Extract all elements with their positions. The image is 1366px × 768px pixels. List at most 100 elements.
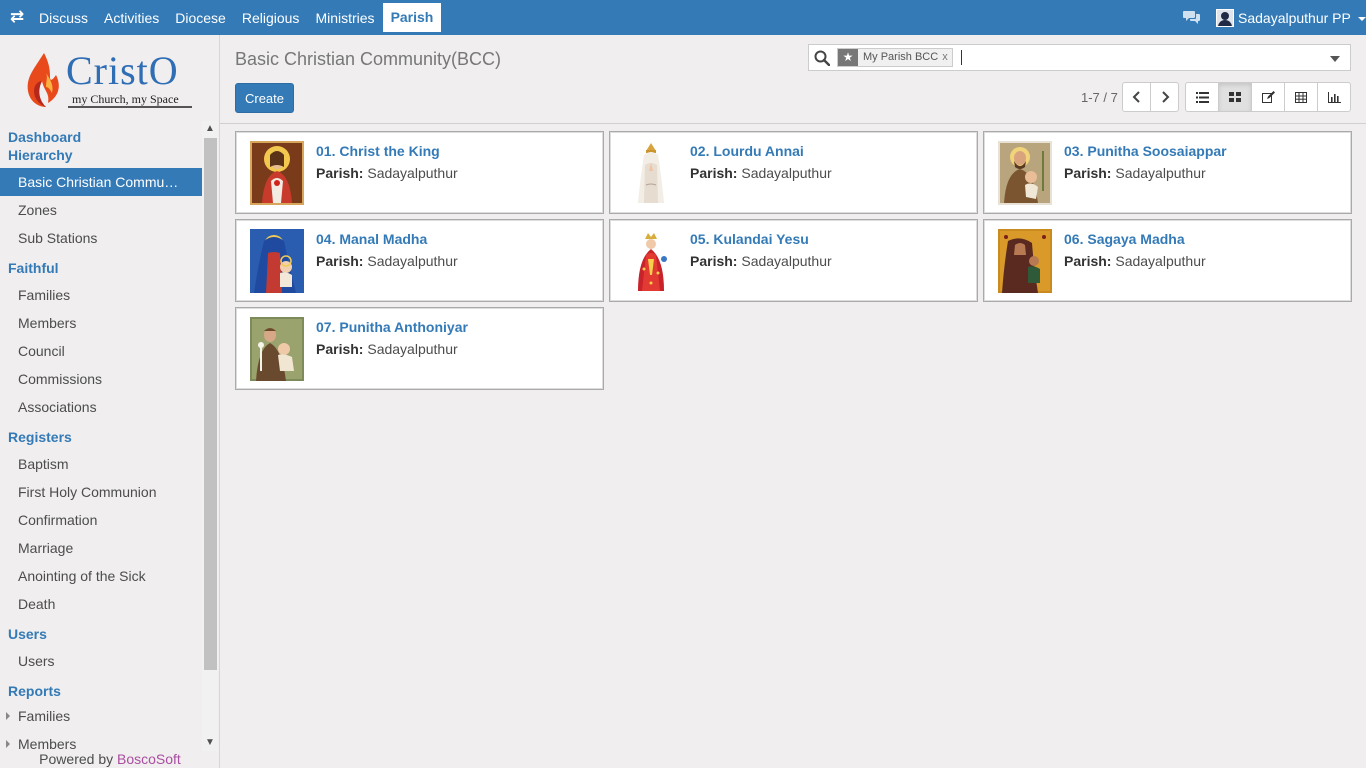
sidebar-item-council[interactable]: Council — [0, 337, 202, 365]
list-view-icon — [1195, 91, 1209, 103]
chat-icon[interactable] — [1183, 9, 1201, 25]
record-parish: Parish: Sadayalputhur — [1064, 253, 1206, 269]
parish-label: Parish: — [316, 341, 364, 357]
parish-value: Sadayalputhur — [367, 341, 458, 357]
christ-the-king-image[interactable] — [250, 141, 304, 205]
powered-by: Powered by BoscoSoft — [0, 751, 220, 767]
manal-madha-image[interactable] — [250, 229, 304, 293]
punitha-anthoniyar-image[interactable] — [250, 317, 304, 381]
parish-label: Parish: — [1064, 253, 1112, 269]
sidebar-item-families[interactable]: Families — [0, 281, 202, 309]
sidebar-item-death[interactable]: Death — [0, 590, 202, 618]
sidebar-section-hierarchy[interactable]: Hierarchy — [0, 146, 202, 164]
facet-value: My Parish BCC — [863, 51, 939, 63]
kanban-card[interactable]: 02. Lourdu Annai Parish: Sadayalputhur — [609, 131, 978, 214]
kanban-card[interactable]: 06. Sagaya Madha Parish: Sadayalputhur — [983, 219, 1352, 302]
brand-tagline: my Church, my Space — [72, 92, 179, 106]
parish-value: Sadayalputhur — [1115, 253, 1206, 269]
kanban-view-icon — [1229, 92, 1241, 102]
create-button[interactable]: Create — [235, 83, 294, 113]
sidebar-item-zones[interactable]: Zones — [0, 196, 202, 224]
header-divider — [220, 123, 1366, 124]
menu-activities[interactable]: Activities — [96, 0, 167, 35]
kanban-card[interactable]: 04. Manal Madha Parish: Sadayalputhur — [235, 219, 604, 302]
kanban-card[interactable]: 05. Kulandai Yesu Parish: Sadayalputhur — [609, 219, 978, 302]
sidebar-item-members[interactable]: Members — [0, 309, 202, 337]
main-menu: Discuss Activities Diocese Religious Min… — [31, 0, 442, 35]
sidebar-item-commissions[interactable]: Commissions — [0, 365, 202, 393]
menu-parish[interactable]: Parish — [382, 3, 442, 32]
app-logo[interactable]: CristO my Church, my Space — [24, 49, 196, 113]
sidebar-item-marriage[interactable]: Marriage — [0, 534, 202, 562]
sidebar-item-report-families[interactable]: Families — [0, 702, 202, 730]
sidebar-scrollbar[interactable]: ▲ ▼ — [202, 121, 218, 751]
powered-by-brand[interactable]: BoscoSoft — [117, 751, 181, 767]
sidebar-item-baptism[interactable]: Baptism — [0, 450, 202, 478]
menu-diocese[interactable]: Diocese — [167, 0, 234, 35]
parish-value: Sadayalputhur — [1115, 165, 1206, 181]
sagaya-madha-image[interactable] — [998, 229, 1052, 293]
sidebar-section-registers[interactable]: Registers — [0, 428, 202, 446]
scroll-down-icon[interactable]: ▼ — [202, 735, 218, 751]
sidebar-item-anointing[interactable]: Anointing of the Sick — [0, 562, 202, 590]
kanban-card[interactable]: 07. Punitha Anthoniyar Parish: Sadayalpu… — [235, 307, 604, 390]
kanban-card[interactable]: 01. Christ the King Parish: Sadayalputhu… — [235, 131, 604, 214]
kanban-card[interactable]: 03. Punitha Soosaiappar Parish: Sadayalp… — [983, 131, 1352, 214]
app-switcher-icon[interactable]: ⇄ — [7, 7, 27, 27]
search-input[interactable] — [961, 50, 962, 65]
record-name[interactable]: 07. Punitha Anthoniyar — [316, 319, 468, 335]
grid-view-icon — [1295, 91, 1307, 103]
record-parish: Parish: Sadayalputhur — [690, 253, 832, 269]
sidebar-section-faithful[interactable]: Faithful — [0, 259, 202, 277]
kulandai-yesu-image[interactable] — [624, 229, 678, 293]
scrollbar-thumb[interactable] — [204, 138, 217, 670]
user-menu[interactable]: Sadayalputhur PP — [1216, 9, 1366, 27]
record-parish: Parish: Sadayalputhur — [316, 341, 458, 357]
facet-remove-button[interactable]: x — [942, 49, 952, 66]
record-name[interactable]: 06. Sagaya Madha — [1064, 231, 1185, 247]
scroll-up-icon[interactable]: ▲ — [202, 121, 218, 137]
sidebar-item-sub-stations[interactable]: Sub Stations — [0, 224, 202, 252]
menu-religious[interactable]: Religious — [234, 0, 308, 35]
record-parish: Parish: Sadayalputhur — [316, 253, 458, 269]
graph-view-button[interactable] — [1317, 82, 1351, 112]
parish-label: Parish: — [316, 165, 364, 181]
sidebar-item-associations[interactable]: Associations — [0, 393, 202, 421]
parish-label: Parish: — [690, 165, 738, 181]
star-icon: ★ — [838, 49, 858, 66]
list-view-button[interactable] — [1185, 82, 1219, 112]
kanban-view-button[interactable] — [1218, 82, 1252, 112]
parish-value: Sadayalputhur — [367, 165, 458, 181]
record-name[interactable]: 02. Lourdu Annai — [690, 143, 804, 159]
chevron-left-icon — [1132, 91, 1140, 103]
sidebar-item-bcc[interactable]: Basic Christian Commu… — [0, 168, 202, 196]
sidebar-item-first-holy-communion[interactable]: First Holy Communion — [0, 478, 202, 506]
sidebar-section-dashboard[interactable]: Dashboard — [0, 128, 202, 146]
pager-value[interactable]: 1-7 / 7 — [1081, 90, 1118, 105]
pager-next-button[interactable] — [1150, 82, 1179, 112]
search-options-chevron-icon[interactable] — [1330, 56, 1340, 62]
parish-label: Parish: — [690, 253, 738, 269]
punitha-soosaiappar-image[interactable] — [998, 141, 1052, 205]
menu-discuss[interactable]: Discuss — [31, 0, 96, 35]
sidebar-item-users[interactable]: Users — [0, 647, 202, 675]
sidebar-section-reports[interactable]: Reports — [0, 682, 202, 700]
chevron-down-icon — [1357, 17, 1366, 21]
sidebar-menu: Dashboard Hierarchy Basic Christian Comm… — [0, 121, 202, 757]
record-name[interactable]: 03. Punitha Soosaiappar — [1064, 143, 1227, 159]
search-facet: ★ My Parish BCC x — [837, 48, 953, 67]
grid-view-button[interactable] — [1284, 82, 1318, 112]
record-name[interactable]: 05. Kulandai Yesu — [690, 231, 809, 247]
lourdu-annai-image[interactable] — [624, 141, 678, 205]
record-parish: Parish: Sadayalputhur — [1064, 165, 1206, 181]
record-name[interactable]: 01. Christ the King — [316, 143, 440, 159]
search-bar[interactable]: ★ My Parish BCC x — [808, 44, 1351, 71]
top-navbar: ⇄ Discuss Activities Diocese Religious M… — [0, 0, 1366, 35]
form-view-button[interactable] — [1251, 82, 1285, 112]
menu-ministries[interactable]: Ministries — [307, 0, 382, 35]
record-name[interactable]: 04. Manal Madha — [316, 231, 427, 247]
parish-value: Sadayalputhur — [741, 165, 832, 181]
sidebar-item-confirmation[interactable]: Confirmation — [0, 506, 202, 534]
sidebar-section-users[interactable]: Users — [0, 625, 202, 643]
pager-previous-button[interactable] — [1122, 82, 1151, 112]
